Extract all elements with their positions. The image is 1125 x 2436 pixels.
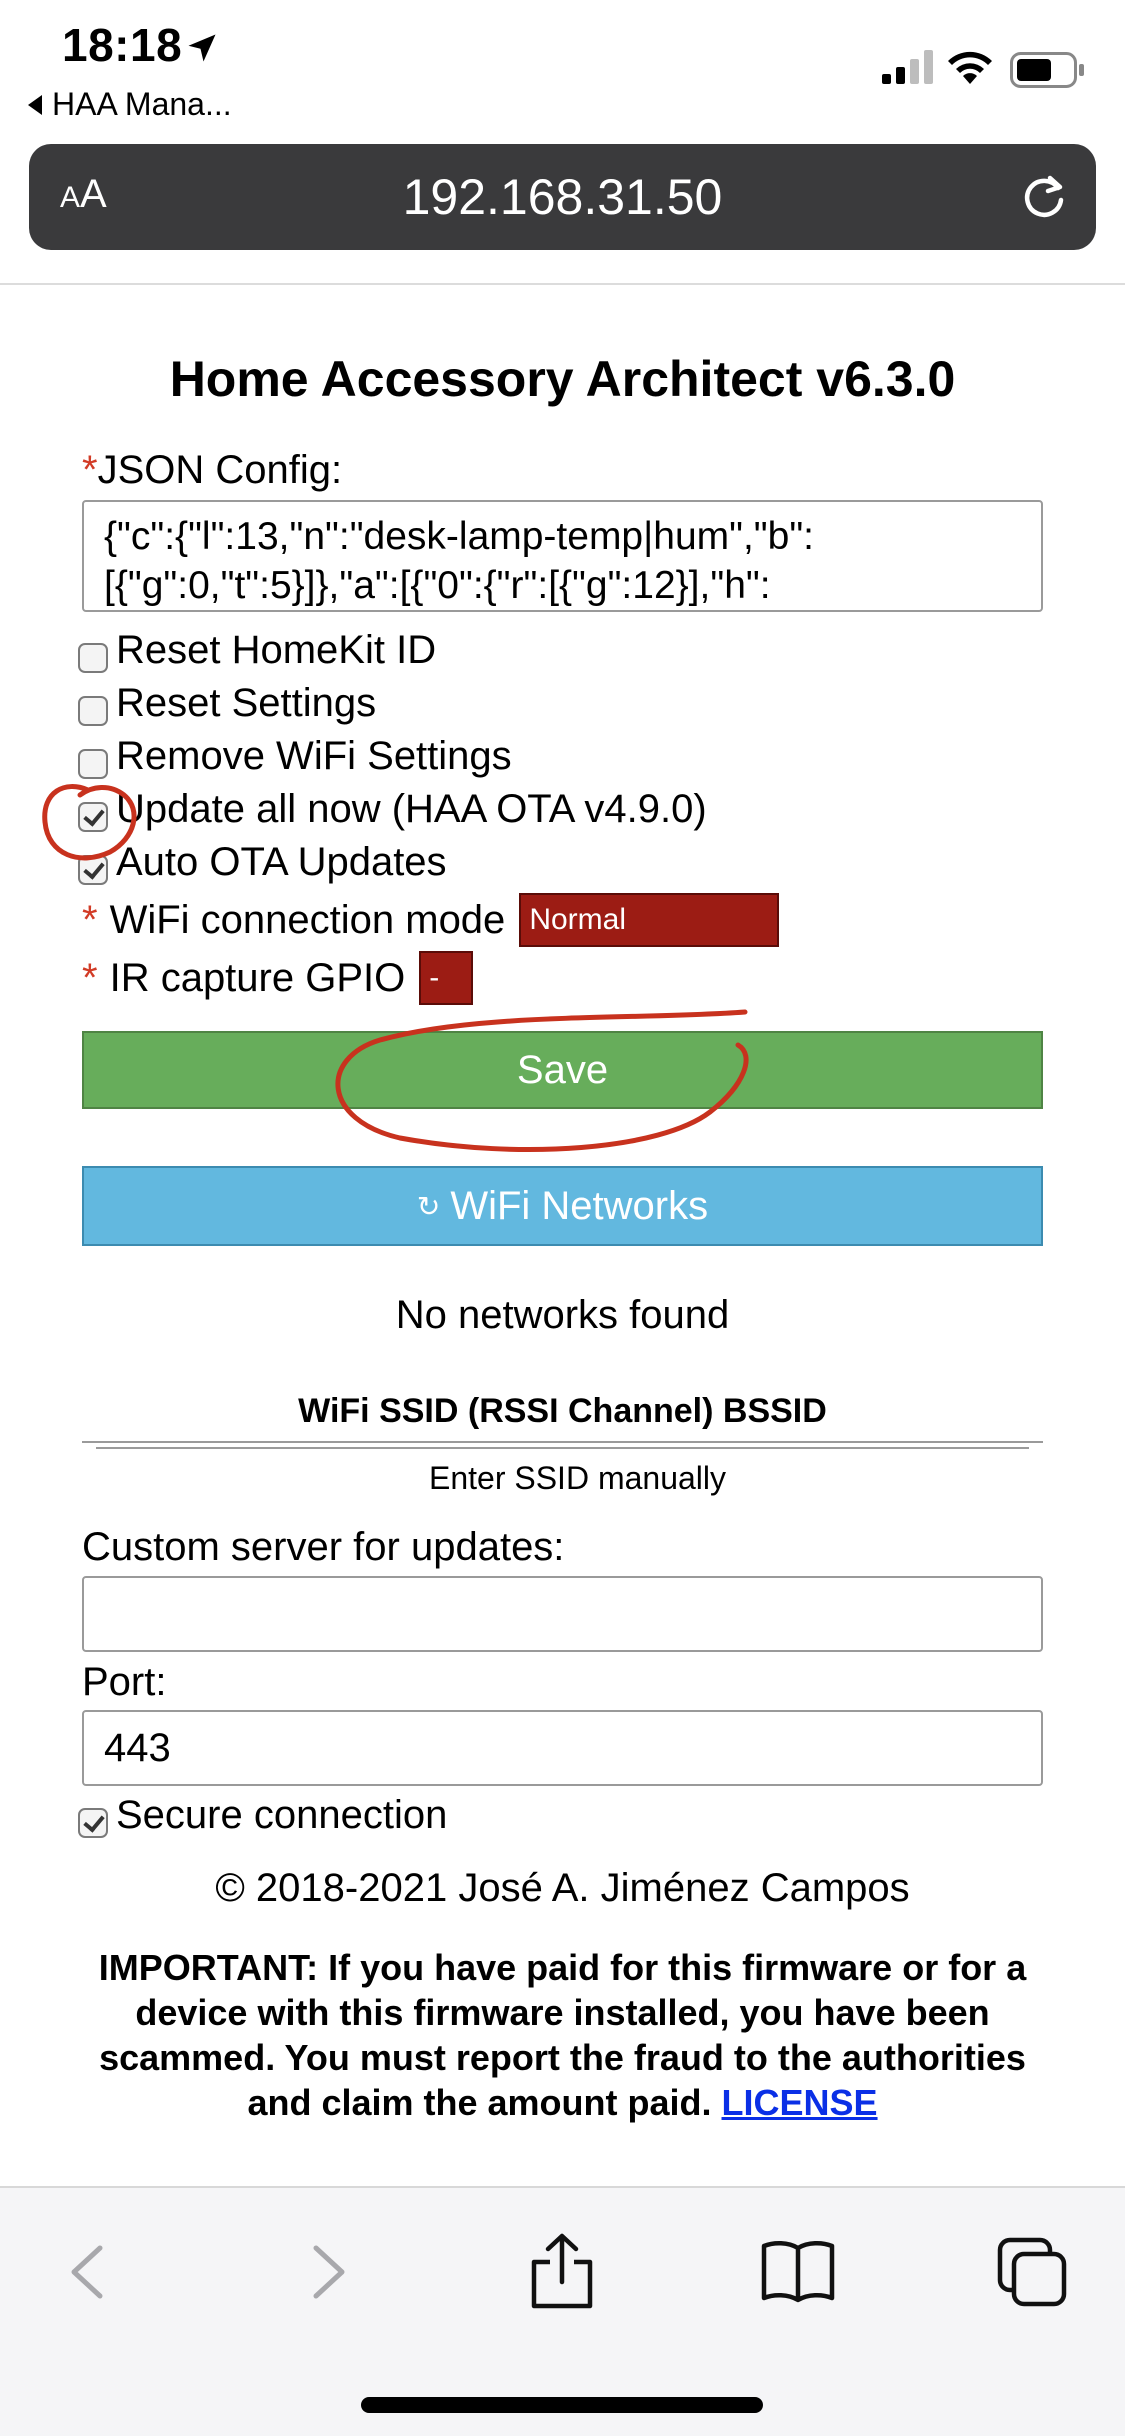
- no-networks-text: No networks found: [395, 1293, 730, 1337]
- url-text[interactable]: 192.168.31.50: [0, 168, 1125, 226]
- topbar-divider: [0, 283, 1125, 285]
- json-line-1: {"c":{"l":13,"n":"desk-lamp-temp|hum","b…: [104, 515, 815, 558]
- wifi-table-header: WiFi SSID (RSSI Channel) BSSID: [82, 1392, 1043, 1443]
- wifi-networks-label: WiFi Networks: [450, 1183, 709, 1228]
- wifi-table-divider: [96, 1447, 1029, 1449]
- ir-gpio-select[interactable]: -: [419, 951, 474, 1005]
- secure-connection-checkbox[interactable]: [78, 1807, 108, 1838]
- remove-wifi-checkbox[interactable]: [78, 748, 108, 779]
- location-arrow-icon: [188, 34, 216, 62]
- copyright-text: © 2018-2021 José A. Jiménez Campos: [215, 1866, 910, 1910]
- reload-icon[interactable]: [1018, 170, 1070, 222]
- auto-ota-label: Auto OTA Updates: [116, 840, 447, 884]
- required-mark: *: [82, 955, 98, 1000]
- update-all-checkbox[interactable]: [78, 801, 108, 832]
- ir-gpio-label: IR capture GPIO: [109, 955, 406, 1000]
- auto-ota-checkbox[interactable]: [78, 854, 108, 885]
- refresh-icon: ↻: [416, 1190, 441, 1222]
- forward-icon[interactable]: [288, 2232, 368, 2312]
- update-all-label: Update all now (HAA OTA v4.9.0): [116, 787, 707, 831]
- important-notice: IMPORTANT: If you have paid for this fir…: [82, 1945, 1043, 2125]
- status-time: 18:18: [62, 19, 183, 71]
- secure-connection-label: Secure connection: [116, 1793, 448, 1837]
- back-app-label: HAA Mana...: [52, 86, 232, 122]
- reset-homekit-label: Reset HomeKit ID: [116, 628, 437, 672]
- required-mark: *: [82, 448, 98, 492]
- wifi-mode-select[interactable]: Normal: [519, 893, 780, 947]
- reset-settings-label: Reset Settings: [116, 681, 377, 725]
- page-title: Home Accessory Architect v6.3.0: [169, 351, 956, 407]
- wifi-mode-label: WiFi connection mode: [109, 897, 506, 942]
- ir-gpio-row: * IR capture GPIO -: [82, 951, 474, 1005]
- json-line-2: [{"g":0,"t":5}]},"a":[{"0":{"r":[{"g":12…: [104, 564, 771, 607]
- auto-ota-row[interactable]: Auto OTA Updates: [78, 840, 447, 885]
- wifi-icon: [948, 51, 992, 84]
- reset-homekit-row[interactable]: Reset HomeKit ID: [78, 628, 436, 673]
- tabs-icon[interactable]: [992, 2232, 1072, 2312]
- custom-server-label: Custom server for updates:: [82, 1525, 565, 1569]
- remove-wifi-label: Remove WiFi Settings: [116, 734, 512, 778]
- back-icon[interactable]: [48, 2232, 128, 2312]
- important-label: IMPORTANT:: [98, 1947, 319, 1988]
- license-link[interactable]: LICENSE: [722, 2082, 878, 2123]
- wifi-mode-row: * WiFi connection mode Normal: [82, 893, 780, 947]
- secure-connection-row[interactable]: Secure connection: [78, 1793, 447, 1838]
- battery-icon: [1010, 52, 1084, 88]
- back-triangle-icon: [28, 94, 42, 115]
- port-input[interactable]: 443: [82, 1710, 1043, 1786]
- home-indicator[interactable]: [361, 2397, 763, 2413]
- reset-settings-row[interactable]: Reset Settings: [78, 681, 376, 726]
- required-mark: *: [82, 897, 98, 942]
- json-config-label: *JSON Config:: [82, 448, 342, 493]
- signal-icon: [882, 50, 933, 84]
- wifi-networks-button[interactable]: ↻ WiFi Networks: [82, 1166, 1043, 1246]
- json-config-textarea[interactable]: {"c":{"l":13,"n":"desk-lamp-temp|hum","b…: [82, 500, 1043, 612]
- enter-ssid-manually[interactable]: Enter SSID manually: [0, 1460, 1125, 1497]
- json-label-text: JSON Config:: [97, 448, 343, 492]
- custom-server-input[interactable]: [82, 1576, 1043, 1652]
- reset-homekit-checkbox[interactable]: [78, 642, 108, 673]
- update-all-row[interactable]: Update all now (HAA OTA v4.9.0): [78, 787, 707, 832]
- bookmarks-icon[interactable]: [758, 2232, 838, 2312]
- remove-wifi-row[interactable]: Remove WiFi Settings: [78, 734, 512, 779]
- back-to-app-link[interactable]: HAA Mana...: [28, 86, 232, 123]
- reset-settings-checkbox[interactable]: [78, 695, 108, 726]
- port-label: Port:: [82, 1660, 167, 1704]
- share-icon[interactable]: [522, 2232, 602, 2312]
- save-button[interactable]: Save: [82, 1031, 1043, 1109]
